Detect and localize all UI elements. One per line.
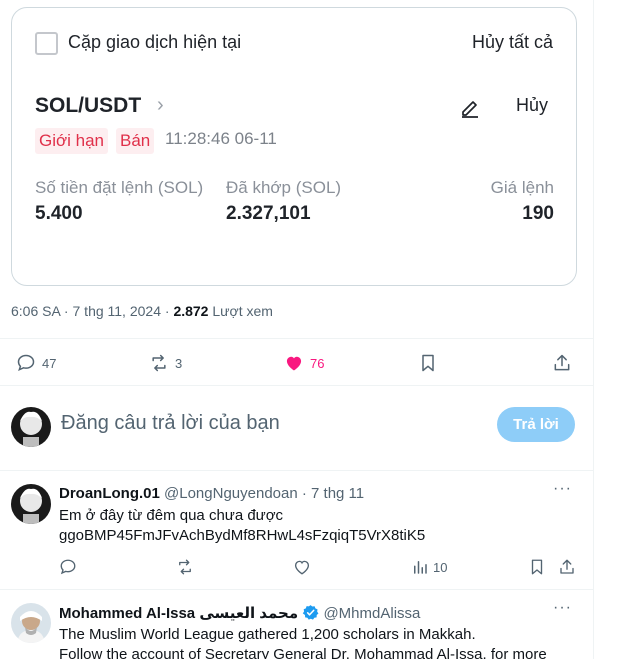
order-timestamp: 11:28:46 06-11 <box>165 129 277 148</box>
timeline-column: Cặp giao dịch hiện tại Hủy tất cả SOL/US… <box>0 0 594 659</box>
tweet-text: Em ở đây từ đêm qua chưa được ggoBMP45Fm… <box>59 506 425 546</box>
order-amount-value: 5.400 <box>35 203 83 224</box>
bookmark-icon[interactable] <box>528 558 546 576</box>
like-count: 76 <box>310 355 325 371</box>
bookmark-icon <box>422 354 434 372</box>
tweet-header: DroanLong.01 @LongNguyendoan · 7 thg 11 <box>59 485 364 502</box>
tweet-date[interactable]: 7 thg 11, 2024 <box>73 303 161 319</box>
repost-icon[interactable] <box>176 558 194 576</box>
reply-icon <box>17 354 35 372</box>
repost-icon <box>152 354 166 372</box>
reply-count: 47 <box>42 355 57 371</box>
author-handle[interactable]: @MhmdAlissa <box>323 605 420 622</box>
order-side-tag: Bán <box>116 128 155 154</box>
avatar-image <box>11 603 51 643</box>
avatar[interactable] <box>11 407 51 447</box>
more-icon[interactable]: ··· <box>553 599 572 617</box>
author-name[interactable]: DroanLong.01 <box>59 485 160 502</box>
reply-button[interactable]: 47 <box>16 353 56 373</box>
tweet-meta: 6:06 SA · 7 thg 11, 2024 · 2.872 Lượt xe… <box>11 303 273 319</box>
tweet-date[interactable]: 7 thg 11 <box>311 485 364 502</box>
reply-tweet[interactable]: Mohammed Al-Issa محمد العيسى @MhmdAlissa… <box>0 591 594 659</box>
tweet-text-line: The Muslim World League gathered 1,200 s… <box>59 626 476 643</box>
reply-icon[interactable] <box>59 558 77 576</box>
order-price-label: Giá lệnh <box>490 178 554 197</box>
filled-amount-value: 2.327,101 <box>226 203 311 224</box>
tweet-text-line: Follow the account of Secretary General … <box>59 646 547 659</box>
verified-badge-icon[interactable] <box>302 604 319 621</box>
current-pair-label: Cặp giao dịch hiện tại <box>68 32 242 52</box>
avatar-image <box>11 407 51 447</box>
author-name[interactable]: Mohammed Al-Issa محمد العيسى <box>59 605 298 622</box>
view-count: 2.872 <box>173 303 209 319</box>
heart-icon[interactable] <box>293 558 311 576</box>
cancel-order-button[interactable]: Hủy <box>516 95 548 116</box>
filled-amount-label: Đã khớp (SOL) <box>226 178 342 197</box>
share-icon[interactable] <box>558 558 576 576</box>
tweet-header: Mohammed Al-Issa محمد العيسى @MhmdAlissa <box>59 604 420 622</box>
order-amount-label: Số tiền đặt lệnh (SOL) <box>35 178 204 197</box>
order-price-value: 190 <box>522 203 554 224</box>
meta-separator: · <box>60 303 73 319</box>
author-handle[interactable]: @LongNguyendoan <box>164 485 298 502</box>
trading-pair[interactable]: SOL/USDT <box>35 94 141 118</box>
avatar-image <box>11 484 51 524</box>
order-type-tag: Giới hạn <box>35 128 109 154</box>
current-pair-checkbox[interactable] <box>35 32 58 55</box>
edit-icon[interactable] <box>459 96 481 118</box>
share-button[interactable] <box>552 353 572 373</box>
like-button[interactable]: 76 <box>284 353 324 373</box>
chevron-right-icon: › <box>157 94 164 116</box>
avatar[interactable] <box>11 484 51 524</box>
tweet-text: The Muslim World League gathered 1,200 s… <box>59 625 547 659</box>
tweet-text-line: Em ở đây từ đêm qua chưa được <box>59 507 284 524</box>
order-panel: Cặp giao dịch hiện tại Hủy tất cả SOL/US… <box>12 8 576 248</box>
tweet-text-line: ggoBMP45FmJFvAchBydMf8RHwL4sFzqiqT5VrX8t… <box>59 527 426 544</box>
view-count: 10 <box>433 559 448 575</box>
reply-input[interactable]: Đăng câu trả lời của bạn <box>61 412 280 435</box>
reply-tweet[interactable]: DroanLong.01 @LongNguyendoan · 7 thg 11 … <box>0 472 594 590</box>
heart-icon <box>286 356 302 371</box>
repost-button[interactable]: 3 <box>149 353 182 373</box>
more-icon[interactable]: ··· <box>553 480 572 498</box>
reply-composer: Đăng câu trả lời của bạn Trả lời <box>0 387 594 471</box>
reply-submit-button[interactable]: Trả lời <box>497 407 575 442</box>
meta-separator: · <box>160 303 174 319</box>
share-icon <box>554 354 570 371</box>
tweet-time[interactable]: 6:06 SA <box>11 303 60 319</box>
tweet-media-card[interactable]: Cặp giao dịch hiện tại Hủy tất cả SOL/US… <box>11 7 577 286</box>
view-count-label: Lượt xem <box>208 303 273 319</box>
analytics-icon <box>414 561 427 574</box>
avatar[interactable] <box>11 603 51 643</box>
views-button[interactable]: 10 <box>411 558 447 576</box>
repost-count: 3 <box>175 355 183 371</box>
bookmark-button[interactable] <box>418 353 438 373</box>
cancel-all-button[interactable]: Hủy tất cả <box>472 32 553 53</box>
tweet-action-bar: 47 3 76 <box>0 338 594 386</box>
header-separator: · <box>297 485 312 502</box>
